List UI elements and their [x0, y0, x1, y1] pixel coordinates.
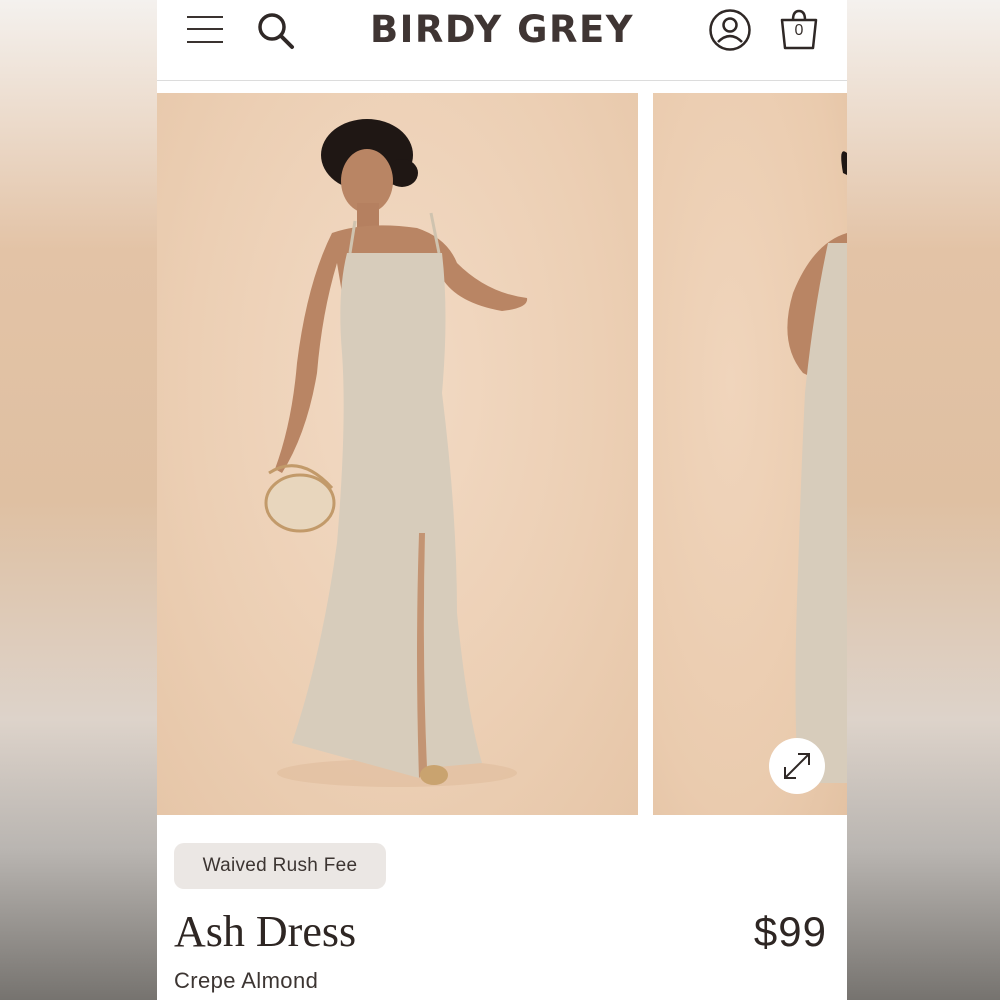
- expand-image-button[interactable]: [769, 738, 825, 794]
- site-header: BIRDY GREY 0: [157, 0, 847, 81]
- expand-arrows-icon: [784, 753, 810, 779]
- bag-count: 0: [794, 22, 804, 39]
- product-title: Ash Dress: [174, 907, 357, 956]
- account-icon[interactable]: [708, 8, 752, 52]
- model-side-illustration: [787, 151, 847, 783]
- product-price: $99: [753, 908, 827, 955]
- product-image-gallery[interactable]: [157, 93, 847, 815]
- background-blur-right: [847, 0, 1000, 1000]
- background-blur-left: [0, 0, 157, 1000]
- model-front-illustration: [264, 119, 528, 787]
- shopping-bag-icon[interactable]: 0: [779, 8, 819, 52]
- product-image-front[interactable]: [157, 93, 638, 815]
- product-image-side[interactable]: [653, 93, 847, 815]
- rush-fee-badge: Waived Rush Fee: [174, 843, 386, 889]
- phone-screen: BIRDY GREY 0 Waived Rush Fee Ash Dress $…: [157, 0, 847, 1000]
- product-color-name: Crepe Almond: [174, 968, 319, 993]
